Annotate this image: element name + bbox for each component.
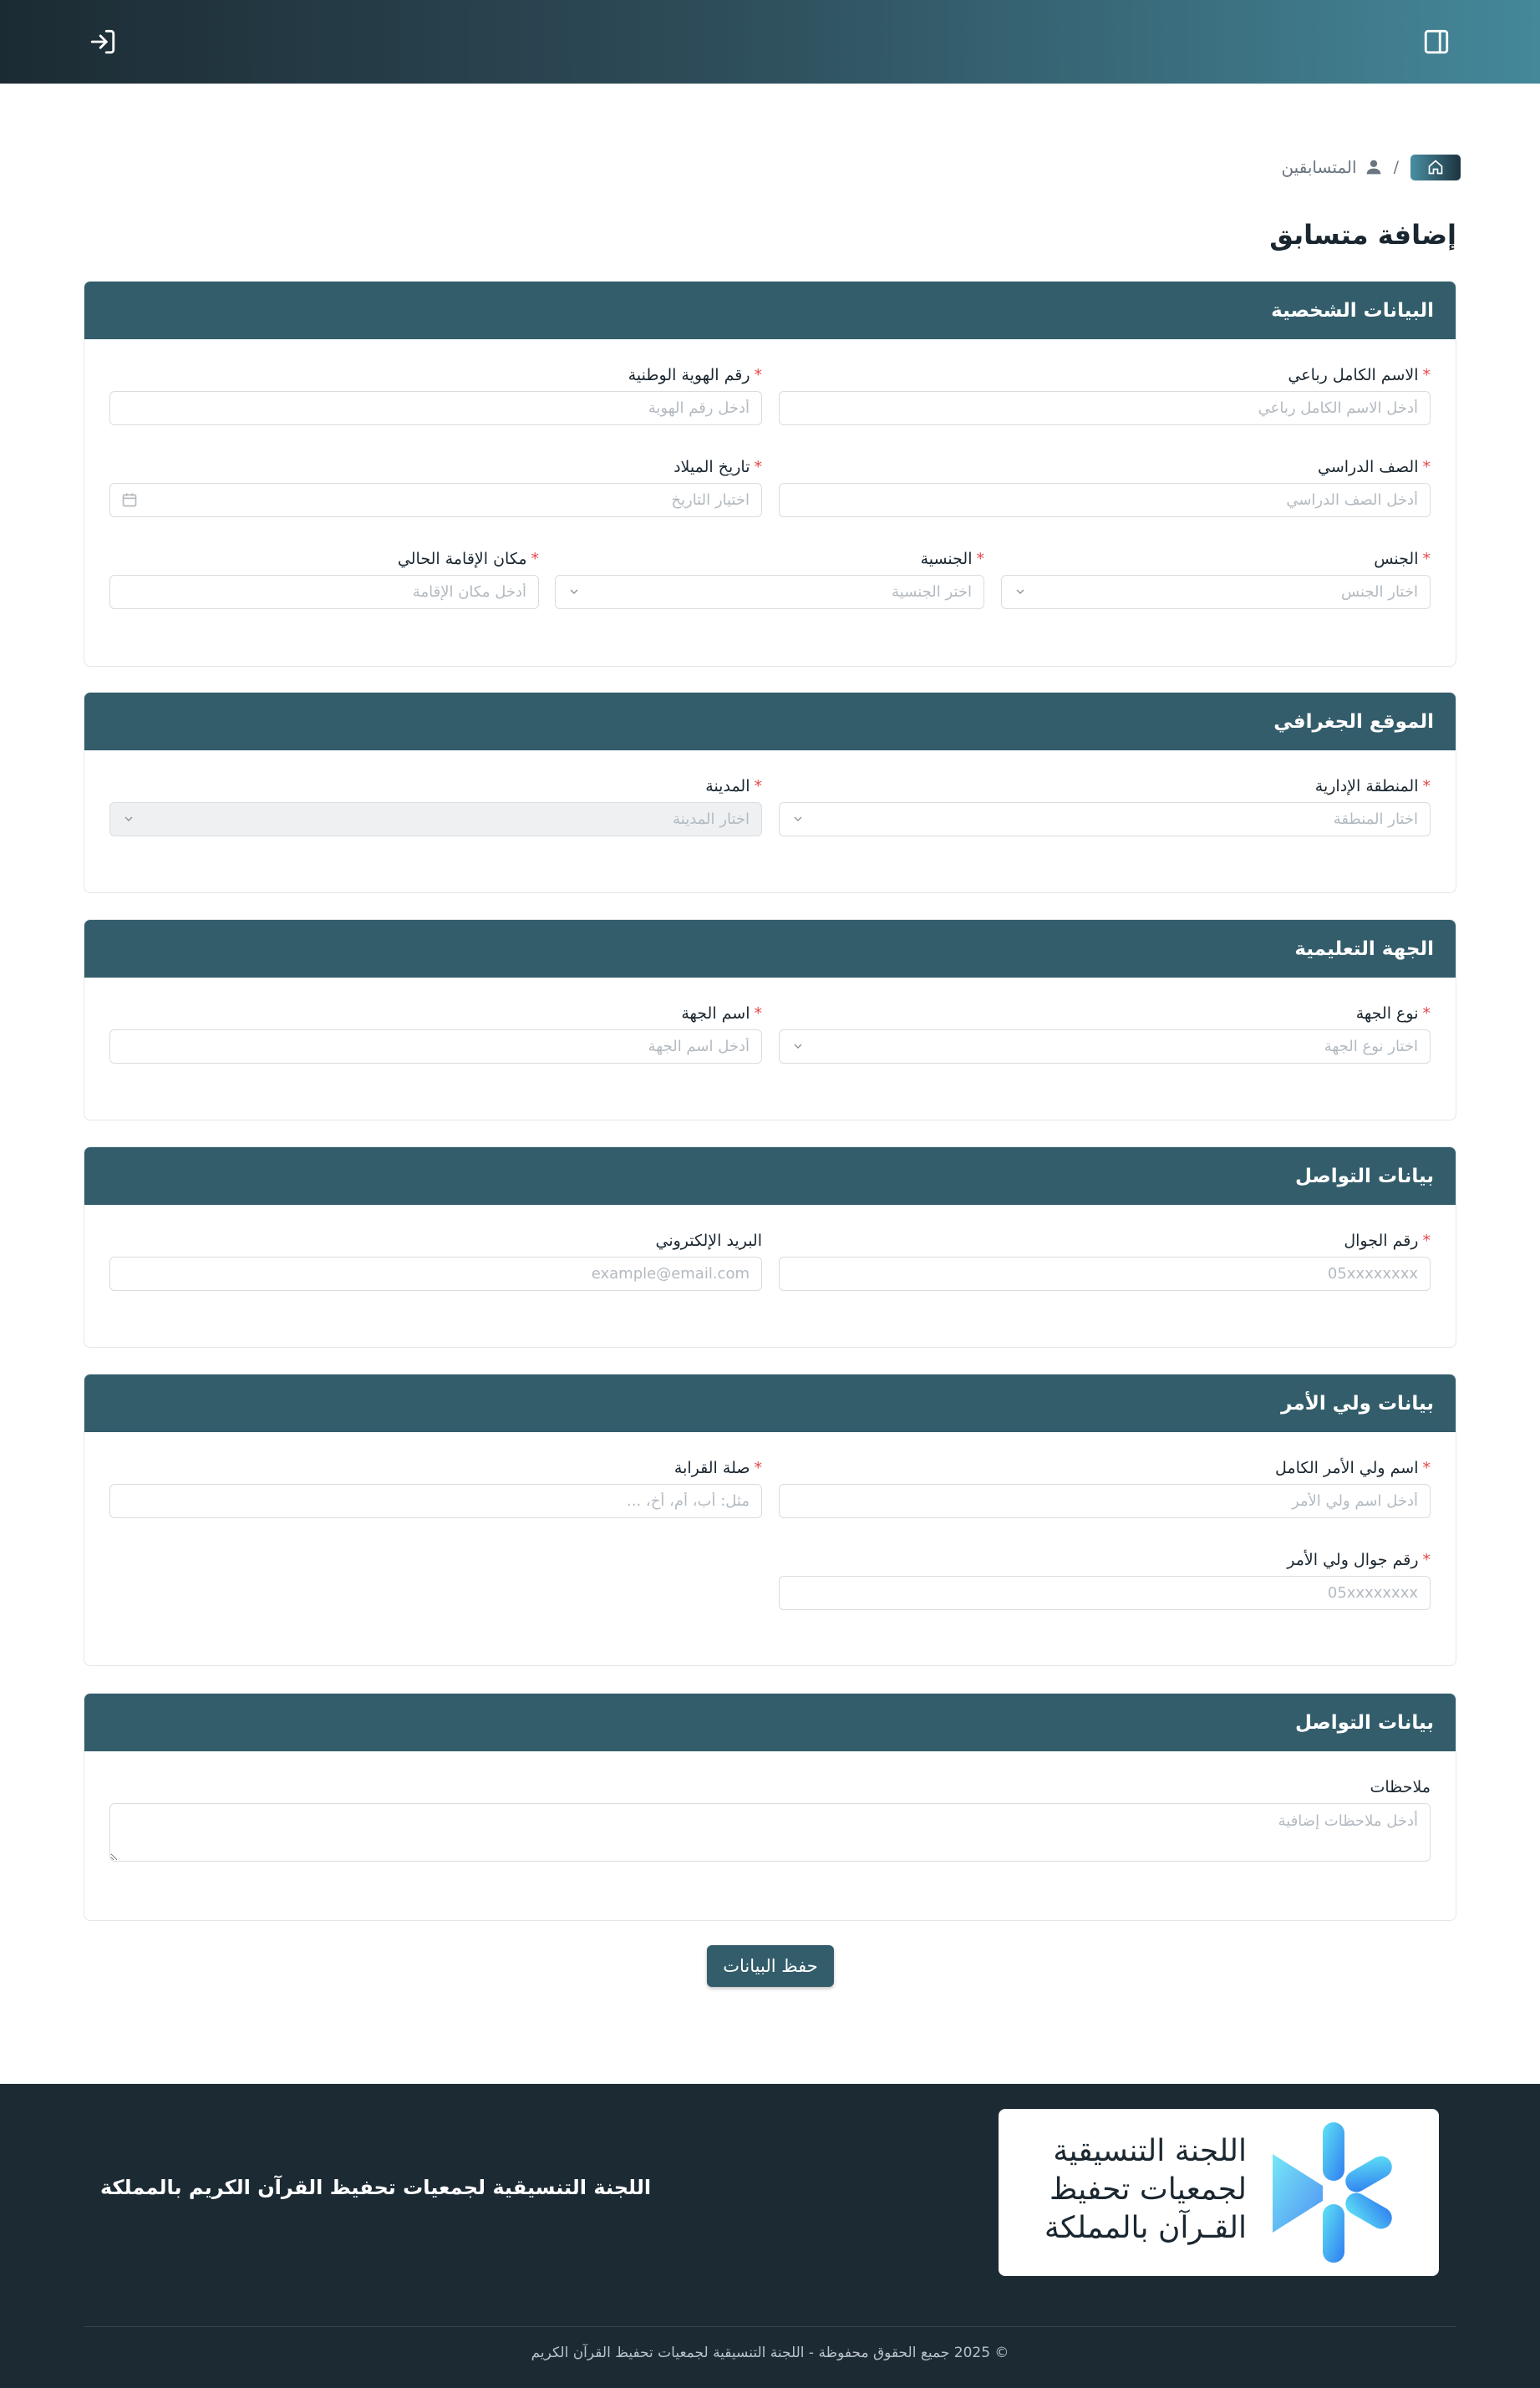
sidebar-toggle-icon[interactable] <box>1421 26 1452 58</box>
entity-type-select[interactable]: اختار نوع الجهة <box>779 1029 1431 1064</box>
mobile-input[interactable] <box>779 1257 1431 1291</box>
save-button[interactable]: حفظ البيانات <box>707 1945 834 1987</box>
notes-textarea[interactable] <box>109 1803 1431 1862</box>
footer-copyright: © 2025 جميع الحقوق محفوظة - اللجنة التنس… <box>531 2345 1009 2361</box>
full-name-input[interactable] <box>779 391 1431 425</box>
notes-card: بيانات التواصل ملاحظات <box>84 1693 1456 1921</box>
personal-data-card: البيانات الشخصية *الاسم الكامل رباعي *رق… <box>84 281 1456 667</box>
entity-name-input[interactable] <box>109 1029 762 1064</box>
card-header: الموقع الجغرافي <box>84 693 1456 750</box>
breadcrumb-contestants[interactable]: المتسابقين <box>1281 157 1381 177</box>
card-header: البيانات الشخصية <box>84 282 1456 339</box>
guardian-card: بيانات ولي الأمر *اسم ولي الأمر الكامل *… <box>84 1374 1456 1666</box>
guardian-name-input[interactable] <box>779 1484 1431 1518</box>
residence-input[interactable] <box>109 575 539 609</box>
footer: اللجنة التنسيقية لجمعيات تحفيظ القـرآن ب… <box>0 2084 1540 2388</box>
card-header: بيانات التواصل <box>84 1694 1456 1751</box>
calendar-icon[interactable] <box>121 491 138 508</box>
footer-divider <box>84 2326 1456 2327</box>
chevron-down-icon <box>570 589 578 594</box>
logo-text: اللجنة التنسيقية لجمعيات تحفيظ القـرآن ب… <box>1044 2134 1247 2245</box>
card-header: بيانات التواصل <box>84 1147 1456 1205</box>
breadcrumb-home[interactable] <box>1410 154 1461 180</box>
national-id-input[interactable] <box>109 391 762 425</box>
logo-mark-icon <box>1273 2122 1392 2263</box>
chevron-down-icon <box>1016 589 1024 594</box>
home-icon <box>1428 160 1443 175</box>
city-select[interactable]: اختار المدينة <box>109 802 762 836</box>
contact-card: بيانات التواصل *رقم الجوال البريد الإلكت… <box>84 1146 1456 1348</box>
breadcrumb-label: المتسابقين <box>1281 157 1357 177</box>
top-bar <box>0 0 1540 84</box>
birth-date-input[interactable] <box>109 483 762 517</box>
login-icon[interactable] <box>87 26 119 58</box>
grade-input[interactable] <box>779 483 1431 517</box>
footer-tagline: اللجنة التنسيقية لجمعيات تحفيظ القرآن ال… <box>100 2176 652 2199</box>
breadcrumb: / المتسابقين <box>1281 154 1461 180</box>
required-mark: * <box>1422 366 1431 384</box>
email-input[interactable] <box>109 1257 762 1291</box>
chevron-down-icon <box>794 816 802 821</box>
guardian-mobile-input[interactable] <box>779 1576 1431 1610</box>
page-title: إضافة متسابق <box>1269 219 1456 251</box>
chevron-down-icon <box>794 1044 802 1049</box>
region-select[interactable]: اختار المنطقة <box>779 802 1431 836</box>
user-icon <box>1366 160 1380 175</box>
location-card: الموقع الجغرافي *المنطقة الإدارية اختار … <box>84 692 1456 893</box>
education-card: الجهة التعليمية *نوع الجهة اختار نوع الج… <box>84 919 1456 1120</box>
nationality-select[interactable]: اختر الجنسية <box>555 575 984 609</box>
card-header: الجهة التعليمية <box>84 920 1456 978</box>
gender-select[interactable]: اختار الجنس <box>1001 575 1431 609</box>
breadcrumb-separator: / <box>1393 158 1399 176</box>
relation-input[interactable] <box>109 1484 762 1518</box>
footer-logo: اللجنة التنسيقية لجمعيات تحفيظ القـرآن ب… <box>999 2109 1439 2276</box>
card-header: بيانات ولي الأمر <box>84 1374 1456 1432</box>
chevron-down-icon <box>125 816 133 821</box>
